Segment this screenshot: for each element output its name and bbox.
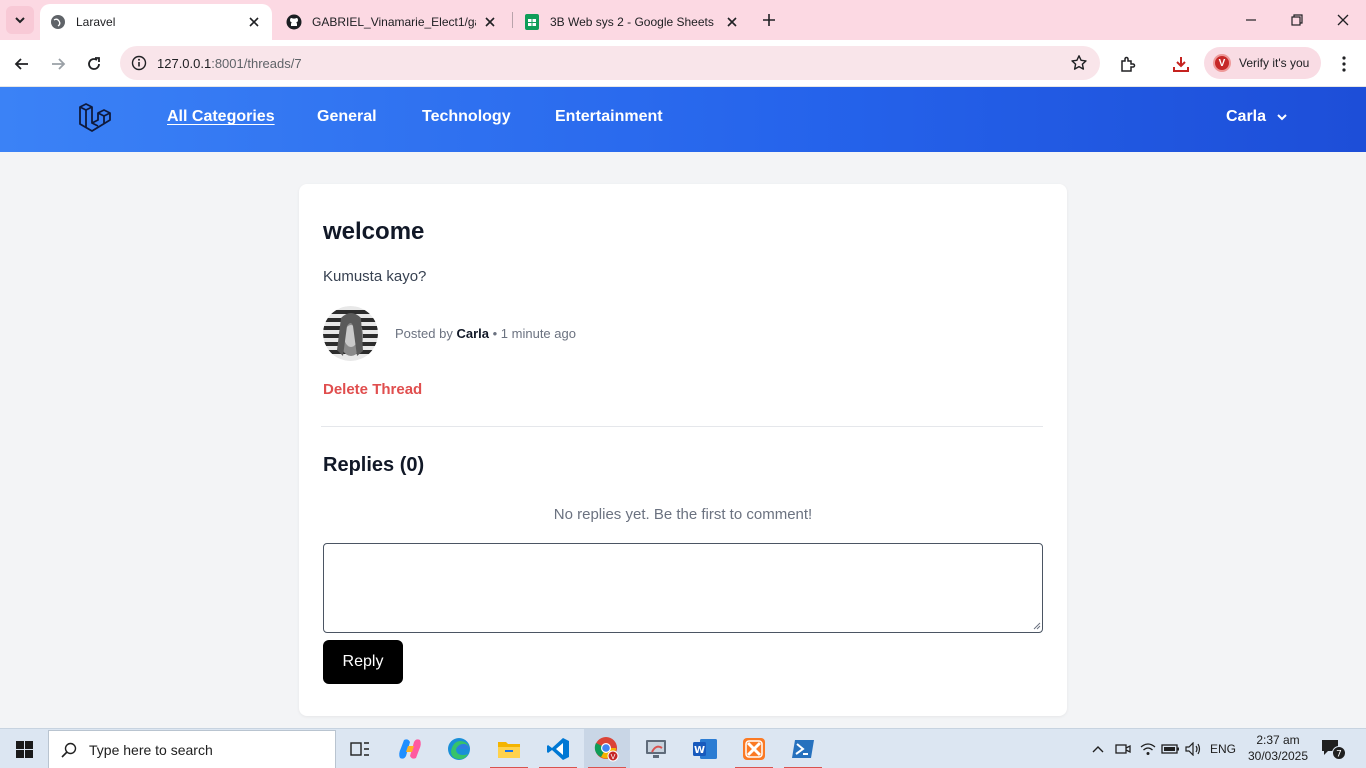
close-icon	[1337, 14, 1349, 26]
tab-title: GABRIEL_Vinamarie_Elect1/gab	[312, 15, 476, 29]
show-hidden-icons-button[interactable]	[1088, 729, 1108, 768]
tab-separator	[512, 12, 513, 28]
nav-all-categories[interactable]: All Categories	[167, 108, 275, 126]
tab-github[interactable]: GABRIEL_Vinamarie_Elect1/gab	[276, 4, 508, 40]
file-explorer-icon[interactable]	[486, 729, 532, 768]
globe-icon	[50, 14, 66, 30]
tab-title: Laravel	[76, 15, 116, 29]
notification-count: 7	[1336, 750, 1342, 760]
delete-thread-button[interactable]: Delete Thread	[323, 381, 422, 398]
chevron-down-icon	[15, 17, 25, 24]
search-icon	[49, 742, 89, 758]
volume-icon[interactable]	[1183, 729, 1205, 768]
user-dropdown[interactable]: Carla	[1226, 108, 1288, 126]
author-avatar	[323, 306, 378, 361]
meet-now-icon[interactable]	[1113, 729, 1133, 768]
windows-taskbar: Type here to search V W ENG 2:37 am 30/0…	[0, 728, 1366, 768]
github-icon	[286, 14, 302, 30]
svg-text:V: V	[611, 753, 616, 761]
address-bar[interactable]: 127.0.0.1:8001/threads/7	[120, 46, 1100, 80]
thread-card: welcome Kumusta kayo? Posted by Carla • …	[299, 184, 1067, 716]
chrome-icon[interactable]: V	[584, 729, 630, 768]
new-tab-button[interactable]	[757, 8, 781, 32]
plus-icon	[763, 14, 775, 26]
task-view-icon[interactable]	[337, 729, 383, 768]
minimize-icon	[1246, 19, 1256, 21]
windows-logo-icon	[15, 740, 33, 758]
close-window-button[interactable]	[1320, 0, 1366, 40]
browser-toolbar: 127.0.0.1:8001/threads/7 V Verify it's y…	[0, 40, 1366, 87]
divider	[321, 426, 1043, 427]
arrow-right-icon	[52, 58, 66, 70]
replies-heading: Replies (0)	[323, 454, 425, 476]
tab-search-button[interactable]	[6, 6, 34, 34]
posted-info: Posted by Carla • 1 minute ago	[395, 326, 576, 341]
copilot-icon[interactable]	[387, 729, 433, 768]
empty-replies-message: No replies yet. Be the first to comment!	[553, 506, 813, 523]
url-path: :8001/threads/7	[211, 55, 302, 71]
close-icon[interactable]	[246, 14, 262, 30]
search-placeholder: Type here to search	[89, 741, 213, 758]
posted-time: 1 minute ago	[500, 326, 576, 341]
extensions-icon[interactable]	[1116, 52, 1140, 76]
svg-text:W: W	[694, 745, 705, 756]
thread-body: Kumusta kayo?	[323, 268, 427, 285]
google-sheets-icon	[524, 14, 540, 30]
reply-button[interactable]: Reply	[323, 640, 403, 684]
forward-button[interactable]	[44, 50, 72, 78]
resize-grip-icon[interactable]	[1033, 622, 1041, 630]
arrow-left-icon	[14, 58, 28, 70]
close-icon[interactable]	[482, 14, 498, 30]
wifi-icon[interactable]	[1137, 729, 1159, 768]
user-name: Carla	[1226, 108, 1267, 125]
start-button[interactable]	[0, 729, 48, 768]
nav-technology[interactable]: Technology	[422, 108, 511, 126]
minimize-button[interactable]	[1228, 0, 1274, 40]
restore-button[interactable]	[1274, 0, 1320, 40]
taskbar-search[interactable]: Type here to search	[48, 730, 336, 768]
notification-center-icon[interactable]: 7	[1320, 737, 1346, 761]
reply-textarea[interactable]	[323, 543, 1043, 633]
author-name: Carla	[456, 326, 489, 341]
thread-title: welcome	[323, 218, 425, 245]
download-icon[interactable]	[1169, 52, 1193, 76]
battery-icon[interactable]	[1160, 729, 1182, 768]
posted-prefix: Posted by	[395, 326, 453, 341]
url-host: 127.0.0.1	[157, 55, 212, 71]
profile-avatar: V	[1213, 54, 1231, 72]
chevron-down-icon	[1276, 111, 1288, 123]
taskbar-clock[interactable]: 2:37 am 30/03/2025	[1242, 732, 1314, 764]
powershell-icon[interactable]	[780, 729, 826, 768]
clock-time: 2:37 am	[1256, 733, 1300, 747]
tab-google-sheets[interactable]: 3B Web sys 2 - Google Sheets	[514, 4, 750, 40]
reload-button[interactable]	[80, 50, 108, 78]
more-menu-icon[interactable]	[1332, 52, 1356, 76]
nav-entertainment[interactable]: Entertainment	[555, 108, 663, 126]
back-button[interactable]	[8, 50, 36, 78]
thread-meta: Posted by Carla • 1 minute ago	[323, 306, 576, 361]
xampp-icon[interactable]	[731, 729, 777, 768]
laravel-logo-icon[interactable]	[76, 101, 112, 137]
url-text[interactable]: 127.0.0.1:8001/threads/7	[157, 56, 302, 71]
nav-general[interactable]: General	[317, 108, 377, 126]
verify-label: Verify it's you	[1239, 56, 1310, 70]
clock-date: 30/03/2025	[1247, 749, 1309, 763]
remote-desktop-icon[interactable]	[633, 729, 679, 768]
close-icon[interactable]	[724, 14, 740, 30]
verify-profile-button[interactable]: V Verify it's you	[1204, 47, 1322, 79]
app-navbar: All Categories General Technology Entert…	[0, 87, 1366, 152]
site-info-icon[interactable]	[122, 46, 156, 80]
language-indicator[interactable]: ENG	[1207, 729, 1239, 768]
tab-laravel[interactable]: Laravel	[40, 4, 272, 40]
restore-icon	[1291, 14, 1303, 26]
browser-tab-bar: Laravel GABRIEL_Vinamarie_Elect1/gab 3B …	[0, 0, 1366, 40]
chevron-up-icon	[1092, 746, 1104, 753]
tab-title: 3B Web sys 2 - Google Sheets	[550, 15, 714, 29]
bookmark-star-icon[interactable]	[1070, 54, 1088, 72]
vscode-icon[interactable]	[535, 729, 581, 768]
edge-icon[interactable]	[436, 729, 482, 768]
word-icon[interactable]: W	[682, 729, 728, 768]
meta-separator: •	[492, 326, 498, 341]
reload-icon	[88, 57, 100, 70]
